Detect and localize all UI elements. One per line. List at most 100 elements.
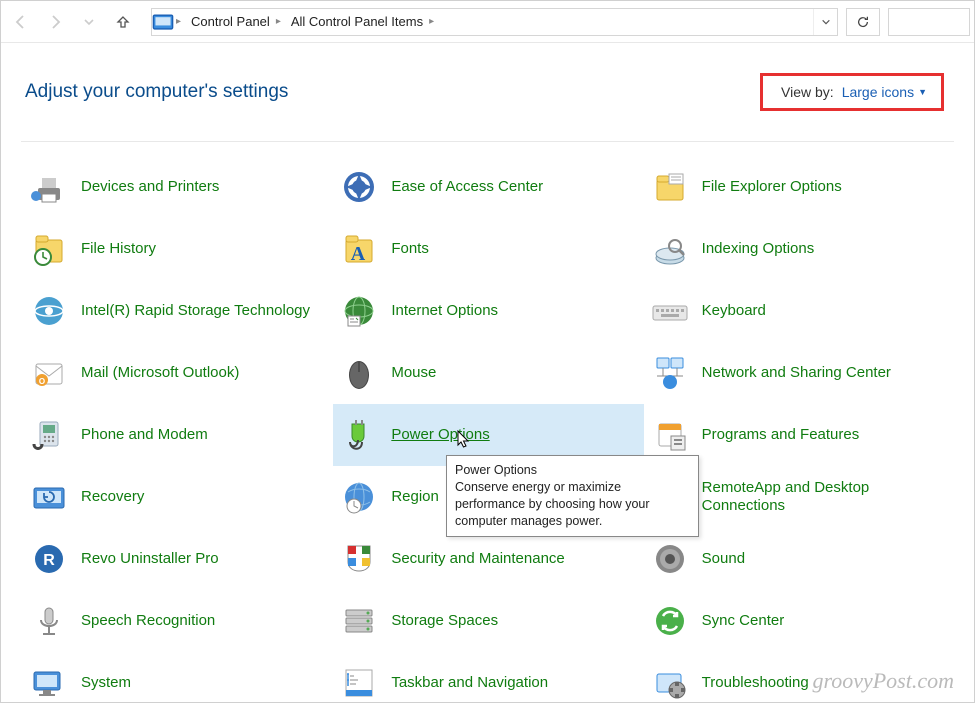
fonts-icon	[337, 227, 381, 271]
view-by-label: View by:	[781, 84, 834, 100]
control-panel-item[interactable]: Speech Recognition	[23, 590, 333, 652]
file-history-icon	[27, 227, 71, 271]
search-input[interactable]	[888, 8, 970, 36]
programs-icon	[648, 413, 692, 457]
up-button[interactable]	[107, 8, 139, 36]
breadcrumb-item[interactable]: All Control Panel Items	[283, 14, 427, 29]
item-label: Speech Recognition	[81, 612, 215, 630]
taskbar-icon	[337, 661, 381, 705]
navigation-toolbar: ▸ Control Panel ▸ All Control Panel Item…	[1, 1, 974, 43]
item-label: Storage Spaces	[391, 612, 498, 630]
item-label: Region	[391, 488, 439, 506]
control-panel-item[interactable]: Keyboard	[644, 280, 954, 342]
tooltip: Power Options Conserve energy or maximiz…	[446, 455, 699, 537]
control-panel-item[interactable]: Fonts	[333, 218, 643, 280]
breadcrumb: Control Panel ▸ All Control Panel Items …	[183, 14, 813, 29]
control-panel-item[interactable]: Indexing Options	[644, 218, 954, 280]
address-dropdown-button[interactable]	[813, 9, 837, 35]
item-label: Sound	[702, 550, 745, 568]
back-button[interactable]	[5, 8, 37, 36]
item-label: Sync Center	[702, 612, 785, 630]
power-icon	[337, 413, 381, 457]
item-label: Keyboard	[702, 302, 766, 320]
item-label: Ease of Access Center	[391, 178, 543, 196]
item-label: System	[81, 674, 131, 692]
control-panel-item[interactable]: Internet Options	[333, 280, 643, 342]
refresh-button[interactable]	[846, 8, 880, 36]
item-label: Troubleshooting	[702, 674, 809, 692]
item-label: Indexing Options	[702, 240, 815, 258]
item-label: File History	[81, 240, 156, 258]
intel-rst-icon	[27, 289, 71, 333]
control-panel-item[interactable]: Security and Maintenance	[333, 528, 643, 590]
header-row: Adjust your computer's settings View by:…	[1, 43, 974, 141]
chevron-right-icon[interactable]: ▸	[274, 16, 283, 27]
keyboard-icon	[648, 289, 692, 333]
item-label: Recovery	[81, 488, 144, 506]
control-panel-item[interactable]: File Explorer Options	[644, 156, 954, 218]
item-label: Fonts	[391, 240, 429, 258]
control-panel-icon	[152, 11, 174, 33]
recent-dropdown-button[interactable]	[73, 8, 105, 36]
item-label: Power Options	[391, 426, 489, 444]
tooltip-body: Conserve energy or maximize performance …	[455, 479, 690, 530]
mail-icon	[27, 351, 71, 395]
control-panel-item[interactable]: Ease of Access Center	[333, 156, 643, 218]
network-icon	[648, 351, 692, 395]
security-icon	[337, 537, 381, 581]
folder-options-icon	[648, 165, 692, 209]
forward-button[interactable]	[39, 8, 71, 36]
ease-icon	[337, 165, 381, 209]
phone-icon	[27, 413, 71, 457]
item-label: Programs and Features	[702, 426, 860, 444]
control-panel-item[interactable]: Troubleshooting	[644, 652, 954, 714]
item-label: Security and Maintenance	[391, 550, 564, 568]
indexing-icon	[648, 227, 692, 271]
recovery-icon	[27, 475, 71, 519]
item-label: Intel(R) Rapid Storage Technology	[81, 302, 310, 320]
control-panel-item[interactable]: System	[23, 652, 333, 714]
mouse-icon	[337, 351, 381, 395]
control-panel-item[interactable]: Mouse	[333, 342, 643, 404]
caret-down-icon: ▼	[918, 87, 927, 97]
tooltip-title: Power Options	[455, 462, 690, 479]
revo-icon	[27, 537, 71, 581]
breadcrumb-item[interactable]: Control Panel	[183, 14, 274, 29]
speech-icon	[27, 599, 71, 643]
control-panel-item[interactable]: Network and Sharing Center	[644, 342, 954, 404]
control-panel-item[interactable]: Storage Spaces	[333, 590, 643, 652]
control-panel-item[interactable]: Phone and Modem	[23, 404, 333, 466]
control-panel-item[interactable]: Revo Uninstaller Pro	[23, 528, 333, 590]
items-grid: Devices and Printers Ease of Access Cente…	[1, 150, 974, 714]
address-bar[interactable]: ▸ Control Panel ▸ All Control Panel Item…	[151, 8, 838, 36]
control-panel-item[interactable]: Devices and Printers	[23, 156, 333, 218]
system-icon	[27, 661, 71, 705]
region-icon	[337, 475, 381, 519]
sync-icon	[648, 599, 692, 643]
item-label: Mail (Microsoft Outlook)	[81, 364, 239, 382]
item-label: Taskbar and Navigation	[391, 674, 548, 692]
control-panel-item[interactable]: Mail (Microsoft Outlook)	[23, 342, 333, 404]
item-label: Phone and Modem	[81, 426, 208, 444]
item-label: Devices and Printers	[81, 178, 219, 196]
sound-icon	[648, 537, 692, 581]
item-label: Network and Sharing Center	[702, 364, 891, 382]
page-title: Adjust your computer's settings	[25, 81, 288, 103]
item-label: File Explorer Options	[702, 178, 842, 196]
item-label: Revo Uninstaller Pro	[81, 550, 219, 568]
chevron-right-icon[interactable]: ▸	[427, 16, 436, 27]
control-panel-item[interactable]: Intel(R) Rapid Storage Technology	[23, 280, 333, 342]
item-label: Mouse	[391, 364, 436, 382]
view-by-value: Large icons	[842, 84, 914, 100]
control-panel-item[interactable]: Sync Center	[644, 590, 954, 652]
storage-icon	[337, 599, 381, 643]
control-panel-item[interactable]: Sound	[644, 528, 954, 590]
control-panel-item[interactable]: File History	[23, 218, 333, 280]
control-panel-item[interactable]: Taskbar and Navigation	[333, 652, 643, 714]
divider	[21, 141, 954, 142]
chevron-right-icon[interactable]: ▸	[174, 16, 183, 27]
view-by-selector[interactable]: View by: Large icons ▼	[760, 73, 944, 111]
item-label: RemoteApp and Desktop Connections	[702, 479, 946, 515]
troubleshoot-icon	[648, 661, 692, 705]
control-panel-item[interactable]: Recovery	[23, 466, 333, 528]
